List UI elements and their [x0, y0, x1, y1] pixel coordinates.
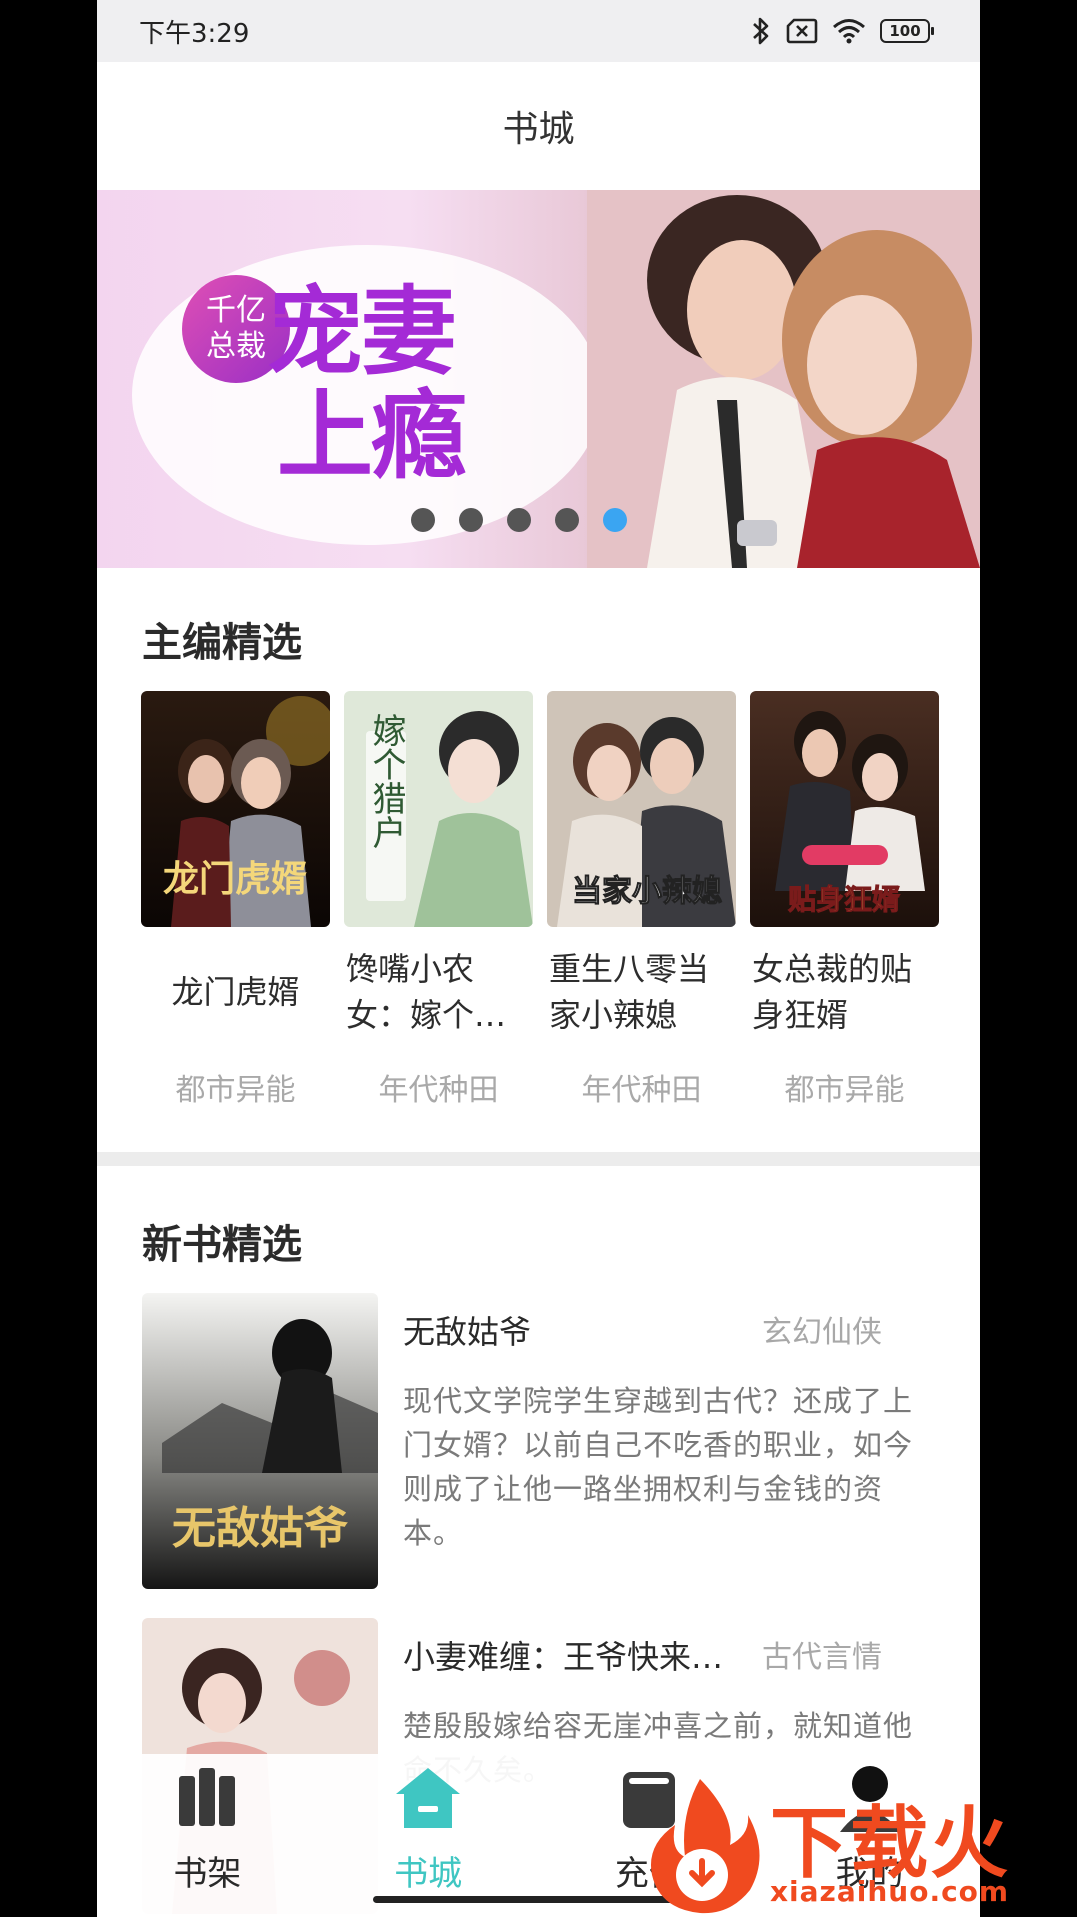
book-title: 无敌姑爷 — [403, 1313, 532, 1351]
banner-title-line: 上瘾 — [277, 379, 467, 492]
bookshelf-icon — [179, 1768, 236, 1826]
editor-pick-item[interactable]: 嫁个猎户 馋嘴小农 女：嫁个… 年代种田 — [344, 691, 533, 1109]
status-icons: 100 — [750, 16, 934, 46]
watermark-url: xiazaihuo.com — [770, 1875, 1010, 1908]
app-screen: 下午3:29 100 书城 千亿 总裁 宠妻 上瘾 主编精选 龙门虎婿 龙门虎婿… — [97, 0, 980, 1917]
nav-item-bookshelf[interactable]: 书架 — [117, 1762, 297, 1917]
book-title: 馋嘴小农 女：嫁个… — [344, 931, 533, 1053]
book-title-line: 女：嫁个… — [346, 996, 507, 1034]
banner-dot[interactable] — [506, 508, 531, 532]
book-category: 都市异能 — [784, 1073, 905, 1108]
cover-text: 无敌姑爷 — [172, 1503, 348, 1554]
book-category: 都市异能 — [175, 1073, 296, 1108]
banner-dot[interactable] — [458, 508, 483, 532]
no-sim-icon — [786, 18, 818, 44]
book-category: 年代种田 — [581, 1073, 702, 1108]
page-header: 书城 — [97, 62, 980, 190]
book-description: 现代文学院学生穿越到古代？还成了上门女婿？以前自己不吃香的职业，如今则成了让他一… — [403, 1384, 914, 1550]
section-divider — [97, 1152, 980, 1166]
book-title-line: 馋嘴小农 — [346, 950, 475, 988]
cover-text: 贴身狂婿 — [788, 883, 900, 916]
editor-pick-item[interactable]: 贴身狂婿 女总裁的贴 身狂婿 都市异能 — [750, 691, 939, 1109]
book-cover: 龙门虎婿 — [141, 691, 336, 927]
banner-title: 宠妻 上瘾 — [267, 280, 567, 488]
book-title: 龙门虎婿 — [141, 931, 330, 1053]
book-cover: 当家小辣媳 — [547, 691, 736, 927]
book-title: 重生八零当 家小辣媳 — [547, 931, 736, 1053]
banner-dot[interactable] — [554, 508, 579, 532]
book-title: 女总裁的贴 身狂婿 — [750, 931, 939, 1053]
status-bar: 下午3:29 100 — [97, 0, 980, 62]
book-category: 年代种田 — [378, 1073, 499, 1108]
banner-title-line: 宠妻 — [267, 275, 457, 388]
book-title-line: 重生八零当 — [549, 950, 710, 988]
status-time: 下午3:29 — [139, 18, 250, 49]
book-title: 小妻难缠：王爷快来… — [403, 1638, 724, 1676]
home-icon — [396, 1768, 461, 1828]
editor-pick-item[interactable]: 龙门虎婿 龙门虎婿 都市异能 — [141, 691, 336, 1109]
book-title-line: 龙门虎婿 — [171, 973, 300, 1011]
page-title: 书城 — [502, 109, 575, 150]
banner-dot-active[interactable] — [602, 508, 627, 532]
book-title-line: 女总裁的贴 — [752, 950, 913, 988]
book-title-line: 身狂婿 — [752, 996, 849, 1034]
site-watermark: 下载火 xiazaihuo.com — [640, 1775, 1077, 1917]
nav-label: 书架 — [173, 1854, 242, 1894]
bluetooth-icon — [753, 17, 769, 45]
book-cover: 贴身狂婿 — [750, 691, 939, 927]
battery-icon: 100 — [880, 19, 934, 43]
book-cover: 无敌姑爷 — [142, 1293, 378, 1589]
book-category: 古代言情 — [762, 1640, 882, 1675]
new-book-item[interactable]: 无敌姑爷 无敌姑爷 玄幻仙侠 现代文学院学生穿越到古代？还成了上门女婿？以前自己… — [142, 1293, 937, 1589]
banner-badge-line: 总裁 — [206, 329, 266, 364]
book-title-line: 家小辣媳 — [549, 996, 678, 1034]
book-cover: 嫁个猎户 — [344, 691, 533, 927]
section-title-new-books: 新书精选 — [142, 1222, 302, 1268]
wifi-icon — [833, 19, 865, 44]
banner-badge-line: 千亿 — [206, 293, 266, 328]
banner-pagination — [97, 508, 960, 532]
editor-picks-list: 龙门虎婿 龙门虎婿 都市异能 嫁个猎户 馋嘴小农 女：嫁个… 年代种田 当家小辣… — [141, 691, 941, 1109]
cover-text: 嫁个猎户 — [366, 713, 406, 849]
nav-label: 书城 — [394, 1854, 463, 1894]
cover-text: 当家小辣媳 — [572, 874, 722, 909]
section-title-editor-picks: 主编精选 — [142, 620, 302, 666]
cover-text: 龙门虎婿 — [163, 858, 307, 900]
flame-logo-icon — [650, 1779, 760, 1914]
banner-dot[interactable] — [410, 508, 435, 532]
book-category: 玄幻仙侠 — [762, 1315, 882, 1350]
nav-item-bookstore[interactable]: 书城 — [338, 1762, 518, 1917]
editor-pick-item[interactable]: 当家小辣媳 重生八零当 家小辣媳 年代种田 — [547, 691, 736, 1109]
